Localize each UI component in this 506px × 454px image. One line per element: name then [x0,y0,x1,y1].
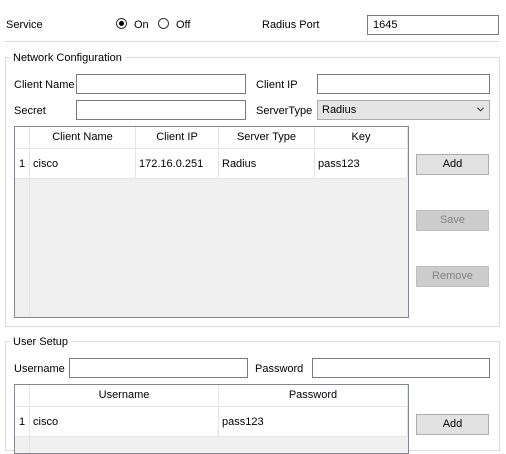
server-type-select[interactable]: Radius [317,100,490,120]
table-cell-client-name[interactable]: cisco [30,149,136,179]
column-header-key[interactable]: Key [315,127,408,149]
client-name-input[interactable] [76,74,246,94]
password-label: Password [255,363,304,375]
username-label: Username [14,363,65,375]
column-header-client-ip[interactable]: Client IP [136,127,219,149]
column-header-username[interactable]: Username [30,385,219,407]
network-configuration-title: Network Configuration [10,51,125,65]
user-table[interactable]: Username Password 1 cisco pass123 [14,384,409,454]
client-ip-label: Client IP [256,79,298,91]
row-header[interactable]: 1 [15,407,30,437]
table-corner-header [15,127,30,149]
radius-port-label: Radius Port [262,19,320,31]
table-cell-client-ip[interactable]: 172.16.0.251 [136,149,219,179]
table-cell-password[interactable]: pass123 [219,407,408,437]
radius-port-input[interactable]: 1645 [367,15,499,35]
table-cell-key[interactable]: pass123 [315,149,408,179]
client-ip-input[interactable] [317,74,490,94]
service-on-label[interactable]: On [134,18,149,32]
column-header-client-name[interactable]: Client Name [30,127,136,149]
save-client-button[interactable]: Save [416,210,489,231]
password-input[interactable] [312,358,490,378]
client-name-label: Client Name [14,79,75,91]
table-corner-header [15,385,30,407]
server-type-selected-value: Radius [322,104,357,116]
column-header-server-type[interactable]: Server Type [219,127,315,149]
server-type-label: ServerType [256,105,313,117]
remove-client-button[interactable]: Remove [416,266,489,287]
client-table[interactable]: Client Name Client IP Server Type Key 1 … [14,126,409,318]
add-user-button[interactable]: Add [416,414,489,435]
row-header-strip [15,179,30,317]
secret-label: Secret [14,105,46,117]
user-setup-title: User Setup [10,335,72,349]
column-header-password[interactable]: Password [219,385,408,407]
table-cell-username[interactable]: cisco [30,407,219,437]
chevron-down-icon [477,107,484,112]
secret-input[interactable] [76,100,246,120]
username-input[interactable] [69,358,248,378]
service-label: Service [6,19,43,31]
row-header[interactable]: 1 [15,149,30,179]
service-on-radio[interactable] [116,18,127,29]
table-cell-server-type[interactable]: Radius [219,149,315,179]
add-client-button[interactable]: Add [416,154,489,175]
divider [5,41,499,42]
row-header-strip [15,437,30,453]
radio-selected-dot [119,21,124,26]
service-off-label[interactable]: Off [176,18,190,32]
service-off-radio[interactable] [158,18,169,29]
